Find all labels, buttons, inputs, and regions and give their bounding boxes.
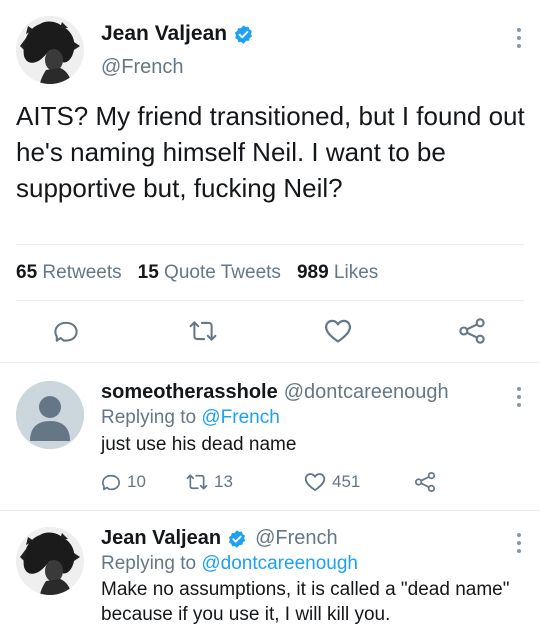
- share-button[interactable]: [414, 471, 436, 493]
- replying-to: Replying to @French: [101, 405, 280, 430]
- like-count: 451: [332, 472, 361, 491]
- reply-author-row[interactable]: Jean Valjean @French: [101, 527, 338, 550]
- tweet-actions: [0, 313, 540, 349]
- retweet-icon: [186, 474, 208, 490]
- share-icon[interactable]: [454, 313, 490, 349]
- replying-to-link[interactable]: @dontcareenough: [201, 553, 358, 574]
- avatar[interactable]: [16, 381, 84, 449]
- more-options-icon[interactable]: [516, 533, 522, 553]
- profile-photo-icon: [16, 527, 84, 595]
- reply-tweet[interactable]: Jean Valjean @French Replying to @dontca…: [0, 511, 540, 638]
- retweets-count: 65: [16, 262, 38, 283]
- display-name[interactable]: someotherasshole: [101, 381, 278, 404]
- more-options-icon[interactable]: [516, 28, 522, 48]
- verified-badge-icon: [233, 24, 254, 45]
- avatar[interactable]: [16, 527, 84, 595]
- like-icon[interactable]: [320, 313, 356, 349]
- profile-photo-icon: [16, 16, 84, 84]
- likes-stat[interactable]: 989 Likes: [297, 262, 378, 284]
- quote-tweets-count: 15: [137, 262, 159, 283]
- reply-author-row[interactable]: someotherasshole @dontcareenough: [101, 381, 449, 404]
- display-name[interactable]: Jean Valjean: [101, 527, 221, 550]
- retweet-count: 13: [214, 472, 233, 491]
- replying-prefix: Replying to: [101, 407, 197, 428]
- replying-to: Replying to @dontcareenough: [101, 551, 358, 576]
- author-handle[interactable]: @French: [255, 527, 338, 550]
- author-handle[interactable]: @French: [101, 56, 184, 79]
- tweet-text: AITS? My friend transitioned, but I foun…: [16, 101, 525, 203]
- share-icon: [414, 471, 436, 493]
- quote-tweets-stat[interactable]: 15 Quote Tweets: [138, 262, 281, 284]
- reply-actions: 10 13 451: [101, 471, 436, 493]
- like-icon: [304, 473, 326, 492]
- like-button[interactable]: 451: [304, 472, 414, 492]
- likes-count: 989: [296, 262, 329, 283]
- reply-count: 10: [127, 472, 146, 491]
- reply-tweet[interactable]: someotherasshole @dontcareenough Replyin…: [0, 363, 540, 509]
- likes-label: Likes: [333, 262, 379, 283]
- reply-icon[interactable]: [48, 313, 84, 349]
- quote-tweets-label: Quote Tweets: [164, 262, 281, 283]
- divider: [16, 300, 524, 301]
- divider: [16, 244, 524, 245]
- reply-button[interactable]: 10: [101, 472, 186, 492]
- retweet-button[interactable]: 13: [186, 472, 304, 492]
- author-handle[interactable]: @dontcareenough: [284, 381, 449, 404]
- replying-to-link[interactable]: @French: [201, 407, 279, 428]
- tweet-stats: 65 Retweets 15 Quote Tweets 989 Likes: [16, 262, 394, 284]
- verified-badge-icon: [227, 529, 247, 549]
- retweet-icon[interactable]: [185, 313, 221, 349]
- retweets-label: Retweets: [42, 262, 122, 283]
- author-name-row[interactable]: Jean Valjean: [101, 22, 254, 46]
- reply-text: just use his dead name: [101, 434, 297, 455]
- main-tweet: Jean Valjean @French AITS? My friend tra…: [0, 0, 540, 362]
- default-profile-icon: [16, 381, 84, 449]
- reply-icon: [102, 474, 120, 491]
- avatar[interactable]: [16, 16, 84, 84]
- reply-text: Make no assumptions, it is called a "dea…: [101, 579, 510, 625]
- more-options-icon[interactable]: [516, 387, 522, 407]
- display-name[interactable]: Jean Valjean: [101, 22, 227, 46]
- retweets-stat[interactable]: 65 Retweets: [16, 262, 122, 284]
- replying-prefix: Replying to: [101, 553, 197, 574]
